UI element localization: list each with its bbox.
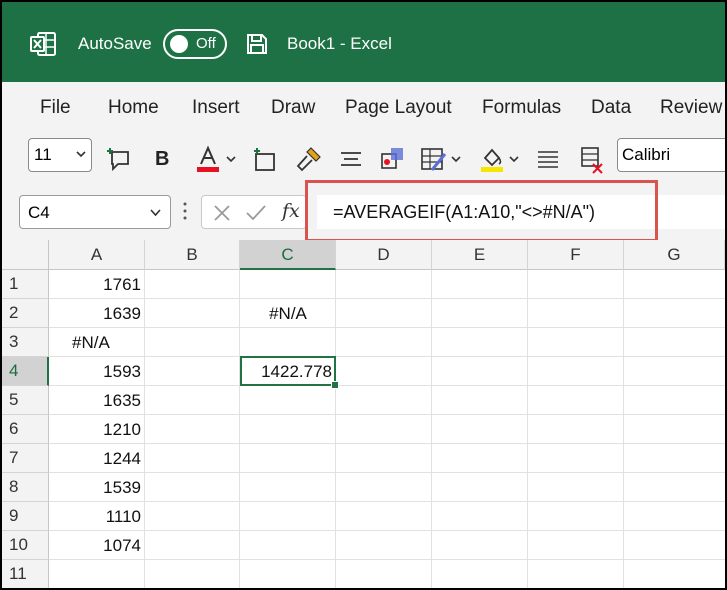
row-header-6[interactable]: 6: [2, 415, 49, 444]
cell-a3[interactable]: #N/A: [72, 328, 142, 357]
align-center-icon[interactable]: [336, 144, 366, 174]
grid-line: [49, 559, 725, 560]
insert-function-button[interactable]: fx: [282, 200, 300, 222]
name-box[interactable]: C4: [19, 195, 171, 229]
row-header-1[interactable]: 1: [2, 270, 49, 299]
formula-text: =AVERAGEIF(A1:A10,"<>#N/A"): [333, 202, 596, 222]
grid-line: [49, 356, 725, 357]
font-size-select[interactable]: 11: [28, 138, 92, 172]
worksheet-grid[interactable]: A B C D E F G 1 2 3 4 5 6 7 8 9 10 11 17…: [2, 240, 725, 588]
cell-a9[interactable]: 1110: [49, 502, 141, 531]
cell-c2[interactable]: #N/A: [240, 299, 336, 328]
column-header-d[interactable]: D: [336, 240, 432, 270]
select-all-corner[interactable]: [2, 240, 49, 270]
clear-format-icon[interactable]: [576, 144, 606, 174]
fill-handle[interactable]: [331, 381, 339, 389]
font-color-icon[interactable]: [193, 144, 223, 174]
cell-a6[interactable]: 1210: [49, 415, 141, 444]
3d-shapes-icon[interactable]: [378, 144, 408, 174]
row-header-2[interactable]: 2: [2, 299, 49, 328]
cell-a8[interactable]: 1539: [49, 473, 141, 502]
formula-tools: fx: [201, 195, 307, 229]
column-header-a[interactable]: A: [49, 240, 145, 270]
cell-a10[interactable]: 1074: [49, 531, 141, 560]
bold-button[interactable]: B: [155, 148, 169, 171]
chevron-down-icon: [150, 209, 161, 217]
grid-line: [49, 327, 725, 328]
grid-line: [49, 501, 725, 502]
tab-draw[interactable]: Draw: [271, 97, 315, 119]
enter-icon[interactable]: [245, 203, 267, 223]
conditional-format-icon[interactable]: [418, 144, 448, 174]
tab-file[interactable]: File: [40, 97, 71, 119]
cell-a4[interactable]: 1593: [49, 357, 141, 386]
grid-line: [623, 270, 624, 588]
row-header-4[interactable]: 4: [2, 357, 49, 386]
autosave-toggle[interactable]: Off: [163, 29, 227, 59]
tab-home[interactable]: Home: [108, 97, 159, 119]
excel-logo-icon: [30, 32, 56, 56]
title-bar: AutoSave Off Book1 - Excel: [2, 2, 725, 82]
row-header-7[interactable]: 7: [2, 444, 49, 473]
grid-line: [144, 270, 145, 588]
cell-a1[interactable]: 1761: [49, 270, 141, 299]
comment-add-icon[interactable]: [106, 144, 136, 174]
cancel-icon[interactable]: [212, 203, 232, 223]
font-size-value: 11: [34, 145, 52, 164]
save-icon[interactable]: [245, 32, 269, 56]
conditional-format-dropdown-icon[interactable]: [449, 144, 463, 174]
font-color-dropdown-icon[interactable]: [224, 144, 238, 174]
grid-line: [49, 443, 725, 444]
font-name-select[interactable]: Calibri: [617, 138, 725, 172]
column-header-g[interactable]: G: [624, 240, 725, 270]
tab-review[interactable]: Review: [660, 97, 722, 119]
row-header-5[interactable]: 5: [2, 386, 49, 415]
row-header-11[interactable]: 11: [2, 560, 49, 588]
toggle-knob: [170, 35, 188, 53]
menu-bar: File Home Insert Draw Page Layout Formul…: [2, 82, 725, 134]
formula-input[interactable]: =AVERAGEIF(A1:A10,"<>#N/A"): [317, 195, 725, 229]
name-box-value: C4: [28, 203, 50, 222]
grid-line: [49, 298, 725, 299]
fill-color-icon[interactable]: [477, 144, 507, 174]
grid-line: [49, 385, 725, 386]
column-header-f[interactable]: F: [528, 240, 624, 270]
tab-page-layout[interactable]: Page Layout: [345, 97, 452, 119]
grid-line: [49, 414, 725, 415]
tab-formulas[interactable]: Formulas: [482, 97, 561, 119]
row-header-8[interactable]: 8: [2, 473, 49, 502]
format-painter-icon[interactable]: [294, 144, 324, 174]
font-name-value: Calibri: [622, 145, 671, 164]
excel-window: AutoSave Off Book1 - Excel File Home Ins…: [2, 2, 725, 588]
formula-bar: C4 fx =AVERAGEIF(A1:A10,"<>#N/A"): [2, 186, 725, 240]
cell-a7[interactable]: 1244: [49, 444, 141, 473]
column-header-e[interactable]: E: [432, 240, 528, 270]
cell-a5[interactable]: 1635: [49, 386, 141, 415]
toggle-state-label: Off: [196, 35, 216, 52]
more-options-icon[interactable]: [182, 201, 188, 221]
grid-line: [49, 530, 725, 531]
document-title: Book1 - Excel: [287, 34, 392, 53]
column-header-b[interactable]: B: [145, 240, 240, 270]
grid-line: [431, 270, 432, 588]
grid-line: [527, 270, 528, 588]
chevron-down-icon: [76, 151, 86, 158]
fill-color-dropdown-icon[interactable]: [507, 144, 521, 174]
tab-insert[interactable]: Insert: [192, 97, 240, 119]
active-cell-border: [240, 356, 336, 386]
row-header-9[interactable]: 9: [2, 502, 49, 531]
row-header-3[interactable]: 3: [2, 328, 49, 357]
column-header-c[interactable]: C: [240, 240, 336, 270]
tab-data[interactable]: Data: [591, 97, 631, 119]
cell-a2[interactable]: 1639: [49, 299, 141, 328]
row-header-10[interactable]: 10: [2, 531, 49, 560]
insert-cells-icon[interactable]: [250, 144, 280, 174]
justify-icon[interactable]: [533, 144, 563, 174]
grid-line: [49, 472, 725, 473]
autosave-label: AutoSave: [78, 34, 152, 53]
